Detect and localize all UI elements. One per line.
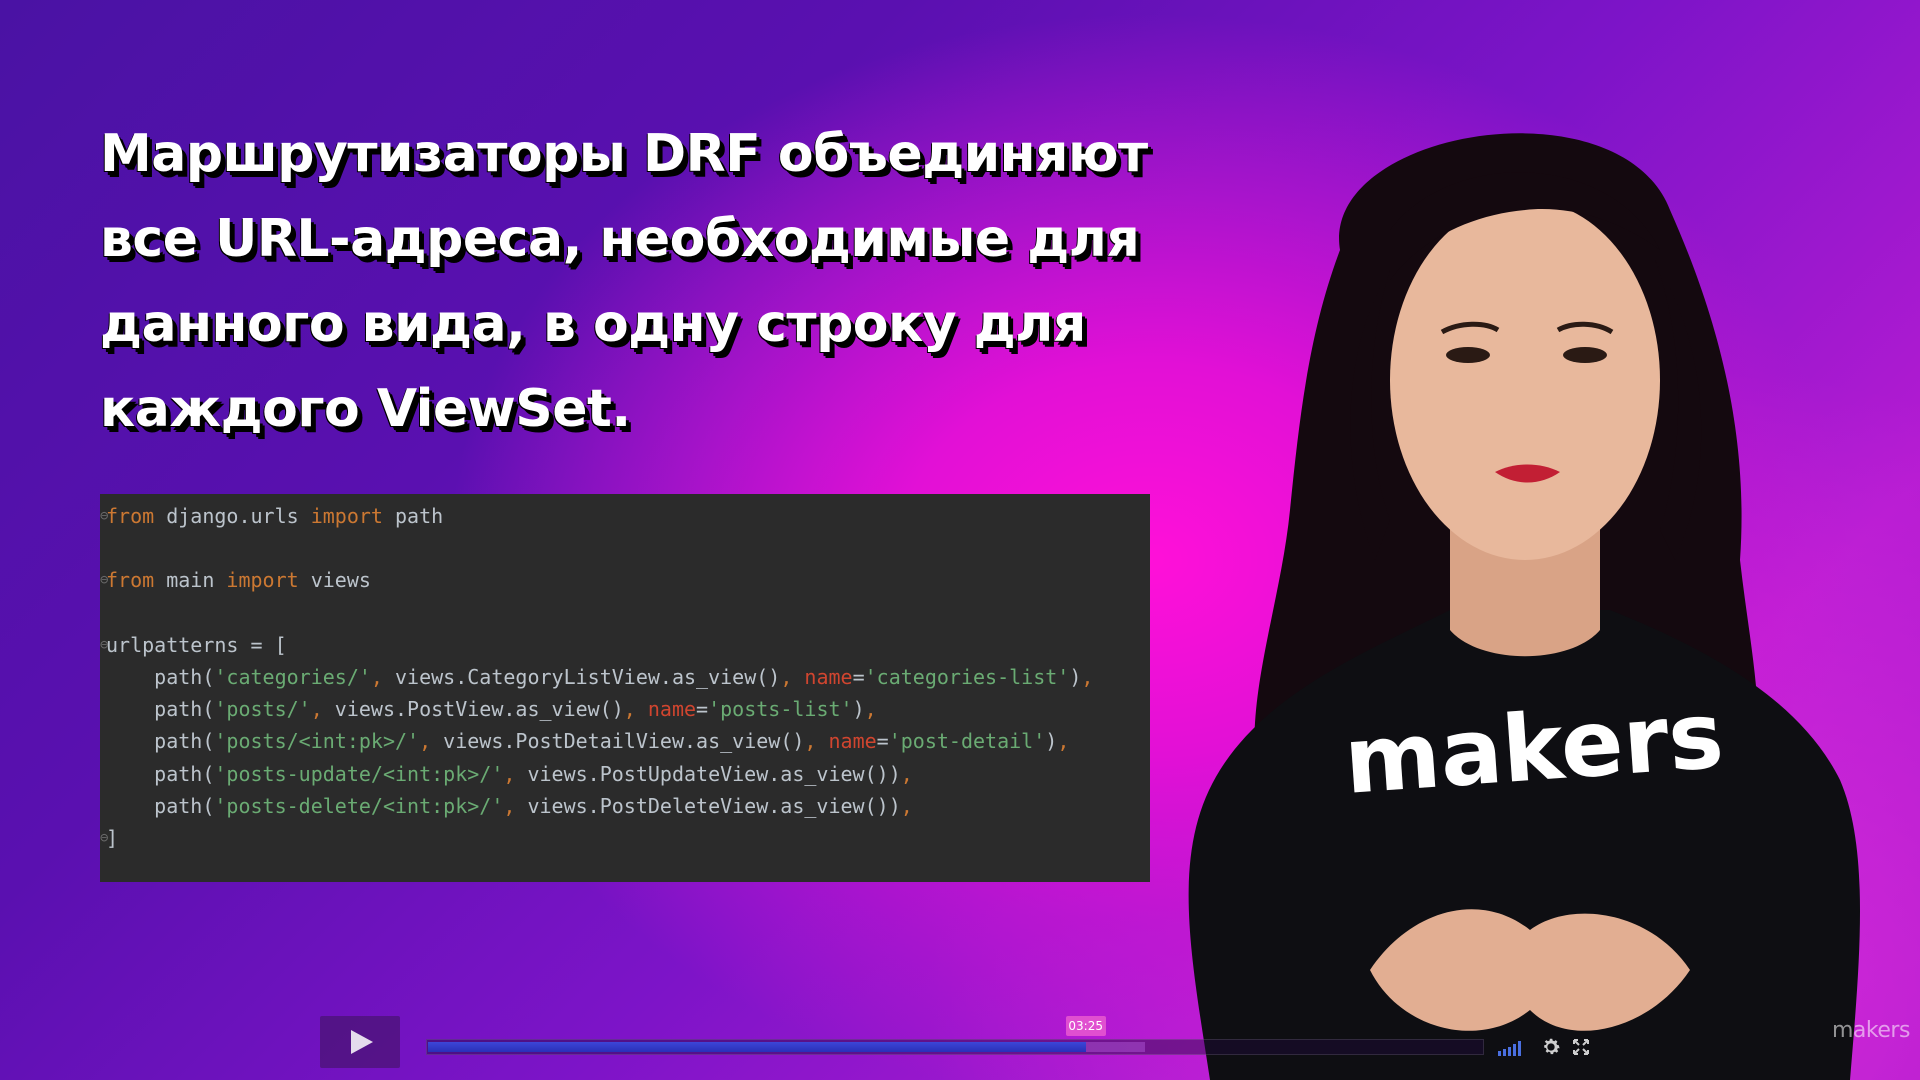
code-operator: = <box>852 664 865 689</box>
code-punct: ) <box>888 793 901 818</box>
code-identifier: path <box>382 504 444 528</box>
code-punct: ) <box>1045 729 1058 754</box>
code-line: ⊖] <box>100 822 1150 854</box>
code-call: path( <box>106 793 215 818</box>
headline-line: данного вида, в одну строку для <box>100 294 1086 354</box>
play-icon <box>351 1030 373 1054</box>
code-named-arg: name <box>828 729 877 754</box>
code-call: path( <box>106 729 215 754</box>
code-punct: , <box>900 761 913 786</box>
slide-headline: Маршрутизаторы DRF объединяют все URL-ад… <box>100 112 1160 452</box>
code-keyword: import <box>310 504 383 528</box>
fold-marker: ⊖ <box>100 636 109 653</box>
code-line: ⊖ urlpatterns = [ <box>100 629 1150 661</box>
code-line-route: path('posts-update/<int:pk>/', views.Pos… <box>100 758 1150 790</box>
code-string: 'categories-list' <box>864 664 1070 689</box>
fold-marker: ⊖ <box>100 829 109 846</box>
headline-line: каждого ViewSet. <box>100 379 631 439</box>
code-module: django.urls <box>154 504 311 528</box>
code-view: views.PostDetailView.as_view() <box>431 729 805 754</box>
code-module: main <box>154 568 227 593</box>
code-string: 'posts/' <box>214 697 311 722</box>
code-view: views.PostDeleteView.as_view() <box>515 793 889 818</box>
code-punct: , <box>1057 729 1070 754</box>
code-line: ⊖ from django.urls import path <box>100 500 1150 532</box>
code-punct: ) <box>888 761 901 786</box>
code-string: 'post-detail' <box>888 729 1046 754</box>
code-call: path( <box>106 664 215 689</box>
video-frame[interactable]: Маршрутизаторы DRF объединяют все URL-ад… <box>0 0 1920 1080</box>
gear-icon[interactable] <box>1540 1036 1562 1058</box>
code-line-route: path('categories/', views.CategoryListVi… <box>100 661 1150 693</box>
url-routes: path('categories/', views.CategoryListVi… <box>100 661 1150 822</box>
brand-watermark: makers <box>1832 1018 1910 1043</box>
code-line: ⊖ from main import views <box>100 564 1150 596</box>
code-punct: , <box>900 793 913 818</box>
code-punct: , <box>780 664 805 689</box>
time-tooltip: 03:25 <box>1065 1016 1106 1036</box>
code-operator: = <box>876 729 889 754</box>
code-keyword: from <box>106 504 155 528</box>
code-identifier: views <box>298 568 371 593</box>
code-punct: ) <box>1069 664 1082 689</box>
code-view: views.PostUpdateView.as_view() <box>515 761 889 786</box>
code-snippet: ⊖ from django.urls import path ⊖ from main… <box>100 494 1150 882</box>
code-view: views.PostView.as_view() <box>322 697 624 722</box>
play-button[interactable] <box>320 1016 400 1068</box>
code-call: path( <box>106 761 215 786</box>
progress-fill <box>428 1042 1086 1052</box>
code-punct: , <box>623 697 648 722</box>
presenter-figure: makers <box>1188 133 1860 1080</box>
fullscreen-icon[interactable] <box>1572 1038 1590 1056</box>
code-punct: , <box>310 697 323 722</box>
code-operator: = <box>696 697 709 722</box>
code-string: 'posts/<int:pk>/' <box>214 729 420 754</box>
code-string: 'posts-update/<int:pk>/' <box>214 761 504 786</box>
code-string: 'posts-delete/<int:pk>/' <box>214 793 504 818</box>
fold-marker: ⊖ <box>100 508 109 524</box>
code-string: 'posts-list' <box>708 697 853 722</box>
code-line-route: path('posts/', views.PostView.as_view(),… <box>100 693 1150 725</box>
headline-line: Маршрутизаторы DRF объединяют <box>100 124 1148 184</box>
headline-line: все URL-адреса, необходимые для <box>100 209 1140 269</box>
code-punct: , <box>503 761 516 786</box>
code-punct: , <box>864 697 877 722</box>
code-punct: , <box>1081 664 1094 689</box>
code-keyword: import <box>226 568 299 593</box>
volume-icon[interactable] <box>1498 1040 1526 1056</box>
code-string: 'categories/' <box>214 664 371 689</box>
code-line-route: path('posts/<int:pk>/', views.PostDetail… <box>100 725 1150 757</box>
code-named-arg: name <box>647 697 697 722</box>
code-punct: , <box>503 793 516 818</box>
code-punct: , <box>419 729 432 754</box>
code-view: views.CategoryListView.as_view() <box>382 664 781 689</box>
code-call: path( <box>106 697 215 722</box>
code-keyword: from <box>106 568 155 593</box>
code-punct: , <box>804 729 829 754</box>
code-punct: ) <box>852 697 865 722</box>
code-line-route: path('posts-delete/<int:pk>/', views.Pos… <box>100 790 1150 822</box>
code-named-arg: name <box>804 664 853 689</box>
code-punct: , <box>370 664 383 689</box>
code-text: urlpatterns = [ <box>106 632 287 657</box>
fold-marker: ⊖ <box>100 572 109 589</box>
